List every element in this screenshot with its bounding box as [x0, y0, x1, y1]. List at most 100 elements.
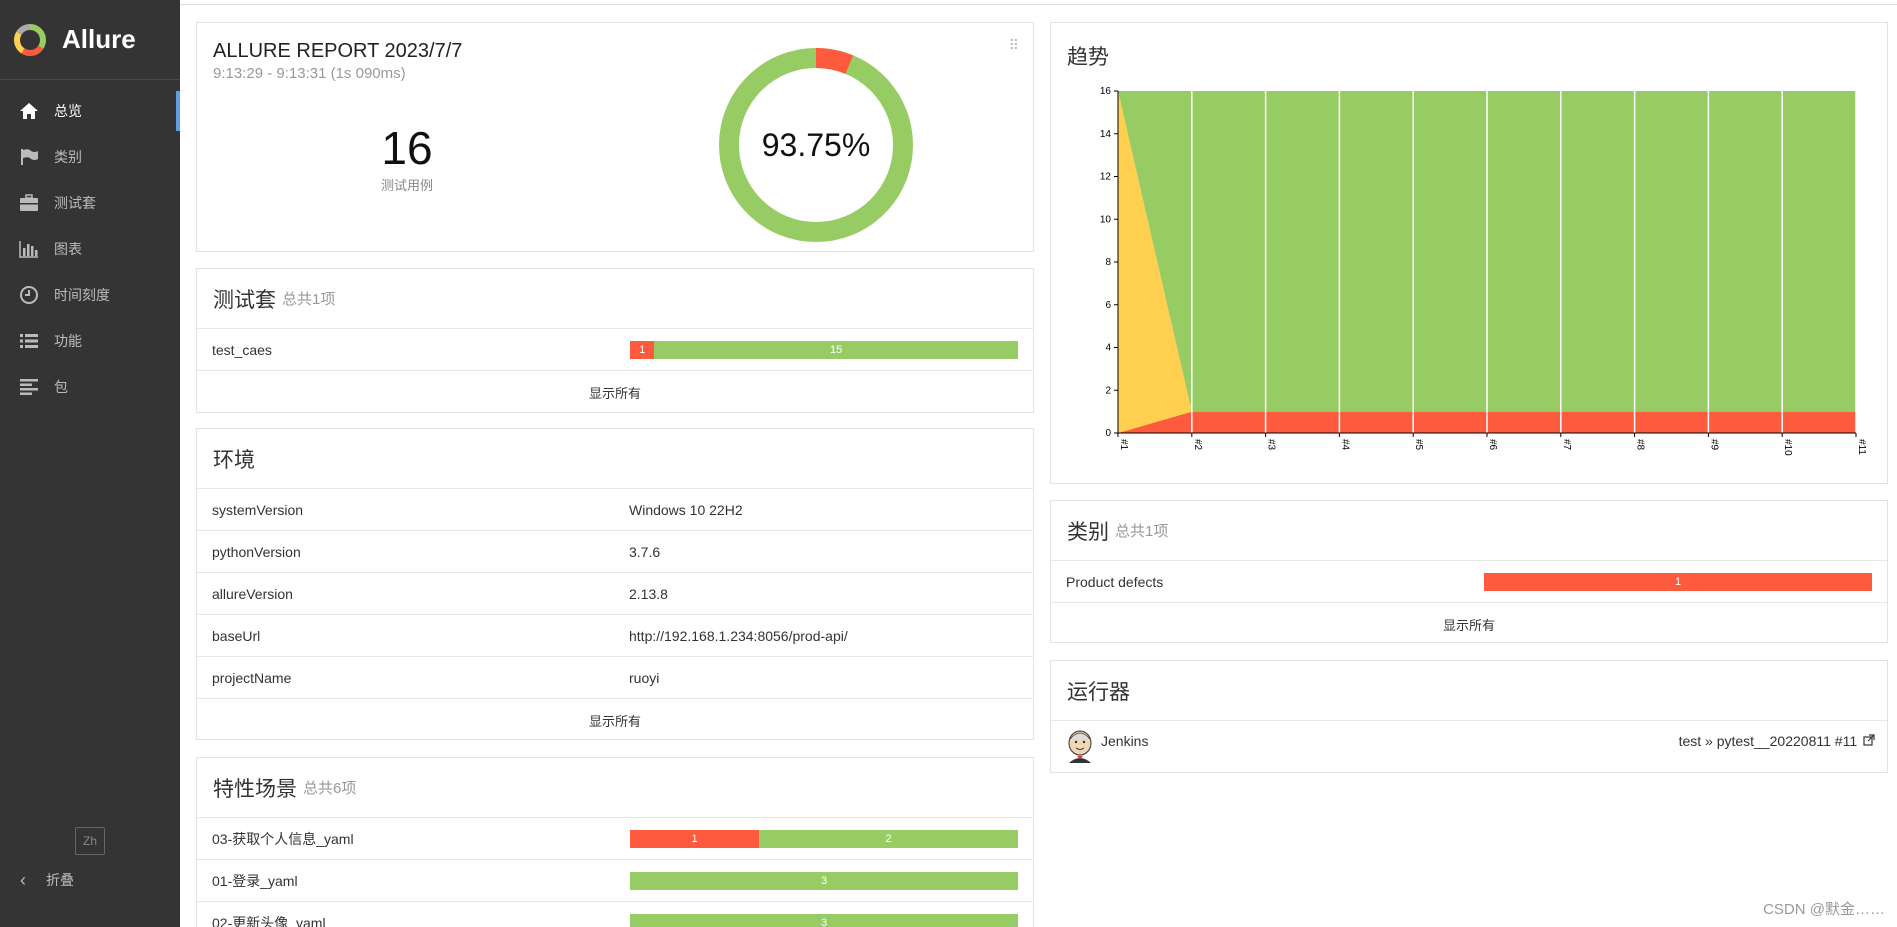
- executor-build-label: test » pytest__20220811 #11: [1678, 733, 1858, 749]
- trend-y-tick-label: 12: [1100, 172, 1112, 183]
- env-value: ruoyi: [629, 669, 660, 686]
- suite-name: test_caes: [212, 341, 272, 358]
- feature-status-bar[interactable]: 1 2: [630, 830, 1018, 848]
- failed-segment: 1: [630, 830, 760, 848]
- feature-name: 01-登录_yaml: [212, 872, 298, 889]
- summary-widget: ALLURE REPORT 2023/7/7 9:13:29 - 9:13:31…: [196, 22, 1034, 252]
- report-time: 9:13:29 - 9:13:31 (1s 090ms): [213, 65, 406, 82]
- env-key: pythonVersion: [212, 543, 301, 560]
- bar-chart-icon: [18, 238, 40, 260]
- sidebar-item-overview[interactable]: 总览: [0, 88, 180, 134]
- categories-widget: 类别 总共1项 Product defects 1 显示所有: [1050, 500, 1888, 643]
- trend-x-tick-label: #8: [1635, 439, 1646, 451]
- trend-y-tick-label: 0: [1105, 428, 1111, 439]
- trend-widget: 趋势 0 2 4 6 8 10 12 14 16 #1 #2 #3 #4 #5 #6 #7 #8 #9 #10 #11: [1050, 22, 1888, 484]
- sidebar-item-suites[interactable]: 测试套: [0, 180, 180, 226]
- failed-segment: 1: [1484, 573, 1872, 591]
- success-donut: 93.75%: [719, 48, 913, 242]
- trend-y-tick-label: 4: [1105, 343, 1111, 354]
- list-icon: [18, 330, 40, 352]
- briefcase-icon: [18, 192, 40, 214]
- language-button[interactable]: Zh: [75, 827, 105, 855]
- trend-y-tick-label: 16: [1100, 86, 1112, 97]
- trend-y-tick-label: 2: [1105, 385, 1111, 396]
- features-title: 特性场景 总共6项: [197, 758, 1033, 818]
- clock-icon: [18, 284, 40, 306]
- env-key: baseUrl: [212, 627, 261, 644]
- sidebar-item-label: 总览: [54, 103, 82, 119]
- executor-name[interactable]: Jenkins: [1101, 733, 1148, 749]
- watermark: CSDN @默金……: [1763, 901, 1885, 918]
- passed-segment: 3: [630, 872, 1018, 890]
- env-value: 3.7.6: [629, 543, 661, 560]
- trend-x-tick-label: #3: [1266, 439, 1277, 451]
- feature-row[interactable]: 03-获取个人信息_yaml 1 2: [197, 818, 1033, 860]
- suites-show-all-link[interactable]: 显示所有: [197, 371, 1033, 413]
- sidebar-item-label: 测试套: [54, 195, 96, 211]
- feature-status-bar[interactable]: 3: [630, 914, 1018, 927]
- executor-row: Jenkins test » pytest__20220811 #11: [1051, 721, 1887, 771]
- trend-x-tick-label: #2: [1192, 439, 1203, 451]
- brand[interactable]: Allure: [0, 0, 180, 80]
- flag-icon: [18, 146, 40, 168]
- sidebar-item-graphs[interactable]: 图表: [0, 226, 180, 272]
- trend-x-tick-label: #9: [1708, 439, 1719, 451]
- sidebar-item-behaviors[interactable]: 功能: [0, 318, 180, 364]
- trend-y-tick-label: 8: [1105, 257, 1111, 268]
- env-key: projectName: [212, 669, 292, 686]
- donut-percent: 93.75%: [762, 127, 871, 163]
- trend-x-tick-label: #10: [1782, 439, 1793, 456]
- trend-y-tick-label: 10: [1100, 214, 1112, 225]
- categories-show-all-link[interactable]: 显示所有: [1051, 603, 1887, 645]
- env-value: 2.13.8: [629, 585, 668, 602]
- passed-segment: 3: [630, 914, 1018, 927]
- widget-subtitle: 总共1项: [1115, 523, 1169, 540]
- suites-widget: 测试套 总共1项 test_caes 1 15 显示所有: [196, 268, 1034, 413]
- env-row: projectName ruoyi: [197, 657, 1033, 699]
- category-row[interactable]: Product defects 1: [1051, 561, 1887, 603]
- drag-handle-icon[interactable]: ⠿: [1009, 37, 1019, 54]
- suite-status-bar[interactable]: 1 15: [630, 341, 1018, 359]
- suite-row[interactable]: test_caes 1 15: [197, 329, 1033, 371]
- trend-y-tick-label: 14: [1100, 129, 1112, 140]
- report-title: ALLURE REPORT 2023/7/7: [213, 40, 463, 62]
- sidebar-item-label: 类别: [54, 149, 82, 165]
- trend-y-tick-label: 6: [1105, 300, 1111, 311]
- categories-title: 类别 总共1项: [1051, 501, 1887, 561]
- feature-row[interactable]: 02-更新头像_yaml 3: [197, 902, 1033, 927]
- env-row: baseUrl http://192.168.1.234:8056/prod-ap…: [197, 615, 1033, 657]
- sidebar-item-packages[interactable]: 包: [0, 364, 180, 410]
- feature-status-bar[interactable]: 3: [630, 872, 1018, 890]
- sidebar: Allure 总览 类别 测试套 图表 时间刻度 功能 包 Zh ‹ 折叠: [0, 0, 180, 927]
- feature-row[interactable]: 01-登录_yaml 3: [197, 860, 1033, 902]
- top-divider: [180, 4, 1897, 5]
- test-case-label: 测试用例: [380, 178, 433, 193]
- collapse-button[interactable]: ‹ 折叠: [20, 868, 74, 892]
- category-name: Product defects: [1066, 573, 1164, 590]
- test-case-count: 16: [381, 122, 433, 174]
- trend-x-tick-label: #6: [1487, 439, 1498, 451]
- env-key: allureVersion: [212, 585, 293, 602]
- category-status-bar[interactable]: 1: [1484, 573, 1872, 591]
- environment-widget: 环境 systemVersion Windows 10 22H2 pythonVe…: [196, 428, 1034, 740]
- executors-widget: 运行器 Jenkins test » pytest__20220811 #11: [1050, 660, 1888, 773]
- features-widget: 特性场景 总共6项 03-获取个人信息_yaml 1 2 01-登录_yaml 3…: [196, 757, 1034, 927]
- executor-build-link[interactable]: test » pytest__20220811 #11: [1679, 733, 1875, 749]
- trend-chart: 0 2 4 6 8 10 12 14 16 #1 #2 #3 #4 #5 #6 #7 #8 #9 #10 #11: [1100, 86, 1867, 456]
- trend-x-tick-label: #4: [1339, 439, 1350, 451]
- align-left-icon: [18, 376, 40, 398]
- collapse-label: 折叠: [46, 872, 74, 888]
- environment-title: 环境: [197, 429, 1033, 489]
- trend-x-tick-label: #5: [1413, 439, 1424, 451]
- sidebar-item-timeline[interactable]: 时间刻度: [0, 272, 180, 318]
- env-value: http://192.168.1.234:8056/prod-api/: [629, 627, 848, 644]
- sidebar-item-label: 时间刻度: [54, 287, 110, 303]
- passed-segment: 2: [759, 830, 1018, 848]
- sidebar-item-label: 功能: [54, 333, 82, 349]
- allure-logo-icon: [14, 23, 46, 56]
- brand-name: Allure: [62, 24, 136, 54]
- environment-show-all-link[interactable]: 显示所有: [197, 699, 1033, 741]
- sidebar-item-categories[interactable]: 类别: [0, 134, 180, 180]
- external-link-icon: [1863, 734, 1875, 746]
- widget-title: 特性场景: [213, 777, 297, 801]
